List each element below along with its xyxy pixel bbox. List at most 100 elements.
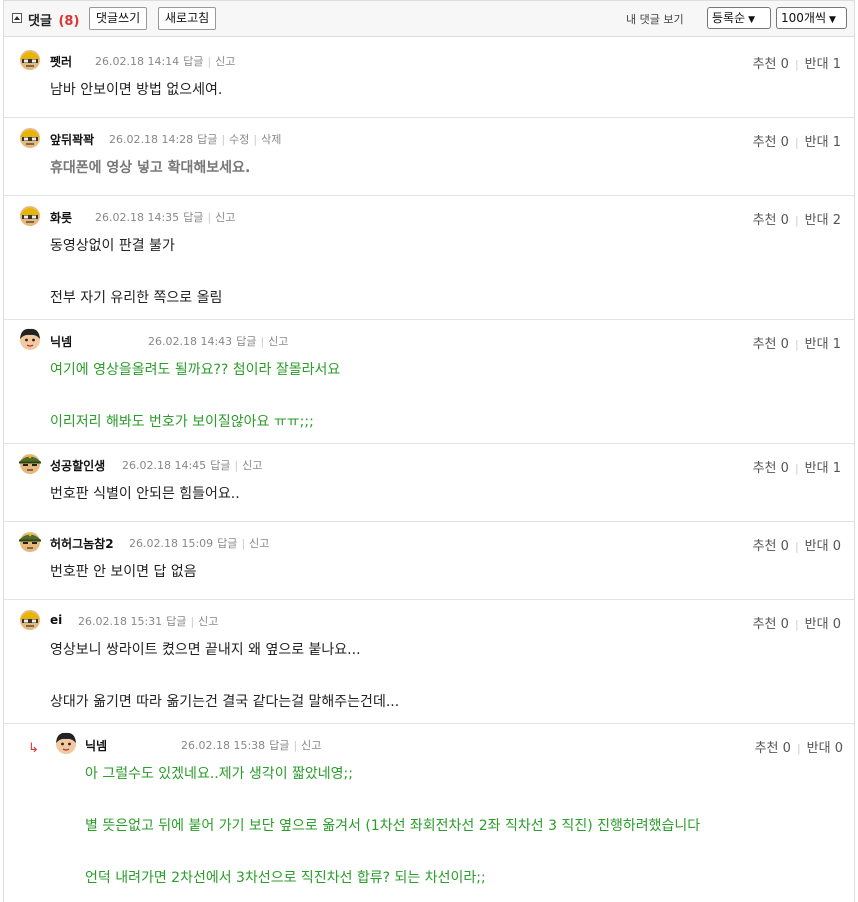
upvote-label: 추천 — [752, 617, 777, 632]
comment-item: 화릇 26.02.18 14:35 답글 | 신고 추천 0 | 반대 2 동영상없이 판… — [4, 203, 854, 320]
upvote-count: 0 — [780, 461, 789, 476]
upvote-button[interactable]: 추천 0 — [753, 213, 789, 228]
comment-meta: 26.02.18 14:35 답글 | 신고 — [95, 209, 239, 225]
upvote-button[interactable]: 추천 0 — [755, 741, 791, 756]
downvote-label: 반대 — [804, 539, 829, 554]
upvote-button[interactable]: 추천 0 — [753, 57, 789, 72]
vote-area: 추천 0 | 반대 0 — [753, 613, 841, 632]
boy-avatar-icon — [20, 328, 40, 350]
downvote-label: 반대 — [804, 213, 829, 228]
refresh-button[interactable]: 새로고침 — [158, 7, 217, 30]
upvote-button[interactable]: 추천 0 — [753, 539, 789, 554]
collapse-toggle-icon[interactable] — [12, 13, 22, 23]
comment-date: 26.02.18 14:45 — [122, 459, 207, 472]
separator: | — [794, 540, 799, 553]
downvote-label: 반대 — [806, 741, 831, 756]
comment-meta: 26.02.18 14:43 답글 | 신고 — [148, 333, 292, 349]
chevron-down-icon: ▼ — [829, 15, 836, 25]
separator: | — [794, 462, 799, 475]
sort-select[interactable]: 등록순 ▼ — [707, 7, 771, 29]
downvote-button[interactable]: 반대 1 — [805, 57, 841, 72]
upvote-button[interactable]: 추천 0 — [753, 461, 789, 476]
comment-nickname[interactable]: 허허그놈참2 — [50, 535, 114, 552]
downvote-button[interactable]: 반대 1 — [805, 337, 841, 352]
upvote-label: 추천 — [752, 461, 777, 476]
separator: | — [794, 338, 799, 351]
upvote-count: 0 — [780, 539, 789, 554]
downvote-button[interactable]: 반대 0 — [805, 617, 841, 632]
comment-body: 동영상없이 판결 불가 전부 자기 유리한 쪽으로 올림 — [50, 238, 223, 306]
vote-area: 추천 0 | 반대 0 — [753, 535, 841, 554]
vote-area: 추천 0 | 반대 1 — [753, 457, 841, 476]
reply-link[interactable]: 답글 — [183, 55, 203, 68]
per-page-select[interactable]: 100개씩 ▼ — [776, 7, 847, 29]
edit-link[interactable]: 수정 — [229, 133, 249, 146]
reply-link[interactable]: 답글 — [210, 459, 230, 472]
comment-meta: 26.02.18 14:45 답글 | 신고 — [122, 457, 266, 473]
soldier-avatar-icon — [19, 532, 41, 552]
comment-date: 26.02.18 14:35 — [95, 211, 180, 224]
downvote-count: 0 — [832, 617, 841, 632]
my-comments-link[interactable]: 내 댓글 보기 — [626, 11, 684, 27]
separator: | — [207, 211, 212, 224]
separator: | — [221, 133, 226, 146]
report-link[interactable]: 신고 — [198, 615, 218, 628]
comment-nickname[interactable]: 화릇 — [50, 209, 72, 226]
comment-nickname[interactable]: 성공할인생 — [50, 457, 105, 474]
comment-meta: 26.02.18 15:31 답글 | 신고 — [78, 613, 222, 629]
comment-nickname[interactable]: 닉넴 — [50, 333, 72, 350]
downvote-button[interactable]: 반대 1 — [805, 135, 841, 150]
comment-meta: 26.02.18 15:38 답글 | 신고 — [181, 737, 325, 753]
separator: | — [207, 55, 212, 68]
reply-link[interactable]: 답글 — [166, 615, 186, 628]
upvote-count: 0 — [780, 57, 789, 72]
reply-link[interactable]: 답글 — [236, 335, 256, 348]
report-link[interactable]: 신고 — [301, 739, 321, 752]
downvote-count: 0 — [834, 741, 843, 756]
write-comment-button[interactable]: 댓글쓰기 — [89, 7, 148, 30]
separator: | — [794, 618, 799, 631]
report-link[interactable]: 신고 — [242, 459, 262, 472]
boy-avatar-icon — [56, 732, 76, 754]
upvote-button[interactable]: 추천 0 — [753, 617, 789, 632]
downvote-count: 2 — [832, 213, 841, 228]
comment-body: 영상보니 쌍라이트 켰으면 끝내지 왜 옆으로 붙나요... 상대가 옮기면 따… — [50, 642, 400, 710]
upvote-button[interactable]: 추천 0 — [753, 337, 789, 352]
reply-link[interactable]: 답글 — [269, 739, 289, 752]
comment-body: 여기에 영상을올려도 될까요?? 첨이라 잘몰라서요 이리저리 해봐도 번호가 … — [50, 362, 341, 430]
reply-link[interactable]: 답글 — [217, 537, 237, 550]
per-page-value: 100개씩 — [781, 11, 826, 25]
delete-link[interactable]: 삭제 — [261, 133, 281, 146]
downvote-button[interactable]: 반대 1 — [805, 461, 841, 476]
vote-area: 추천 0 | 반대 0 — [755, 737, 843, 756]
comment-date: 26.02.18 14:28 — [109, 133, 194, 146]
comment-section: 댓글 (8) 댓글쓰기 새로고침 내 댓글 보기 등록순 ▼ 100개씩 ▼ 펫러 … — [3, 0, 855, 902]
comment-body: 번호판 안 보이면 답 없음 — [50, 564, 197, 580]
comment-title: 댓글 (8) — [28, 10, 79, 29]
separator: | — [234, 459, 239, 472]
downvote-button[interactable]: 반대 0 — [807, 741, 843, 756]
comment-item: 성공할인생 26.02.18 14:45 답글 | 신고 추천 0 | 반대 1 번호판 … — [4, 451, 854, 522]
report-link[interactable]: 신고 — [268, 335, 288, 348]
downvote-count: 1 — [832, 337, 841, 352]
report-link[interactable]: 신고 — [215, 55, 235, 68]
comment-date: 26.02.18 15:38 — [181, 739, 266, 752]
upvote-label: 추천 — [752, 135, 777, 150]
comment-nickname[interactable]: 앞뒤꽉꽉 — [50, 131, 94, 148]
downvote-button[interactable]: 반대 2 — [805, 213, 841, 228]
separator: | — [796, 742, 801, 755]
report-link[interactable]: 신고 — [249, 537, 269, 550]
sort-select-value: 등록순 — [712, 11, 746, 25]
upvote-button[interactable]: 추천 0 — [753, 135, 789, 150]
comment-meta: 26.02.18 14:28 답글 | 수정 | 삭제 — [109, 131, 285, 147]
reply-link[interactable]: 답글 — [197, 133, 217, 146]
comment-date: 26.02.18 14:14 — [95, 55, 180, 68]
report-link[interactable]: 신고 — [215, 211, 235, 224]
downvote-button[interactable]: 반대 0 — [805, 539, 841, 554]
comment-nickname[interactable]: 닉넴 — [85, 737, 107, 754]
reply-link[interactable]: 답글 — [183, 211, 203, 224]
upvote-label: 추천 — [752, 57, 777, 72]
comment-nickname[interactable]: 펫러 — [50, 53, 72, 70]
comment-nickname[interactable]: ei — [50, 613, 62, 627]
separator: | — [293, 739, 298, 752]
